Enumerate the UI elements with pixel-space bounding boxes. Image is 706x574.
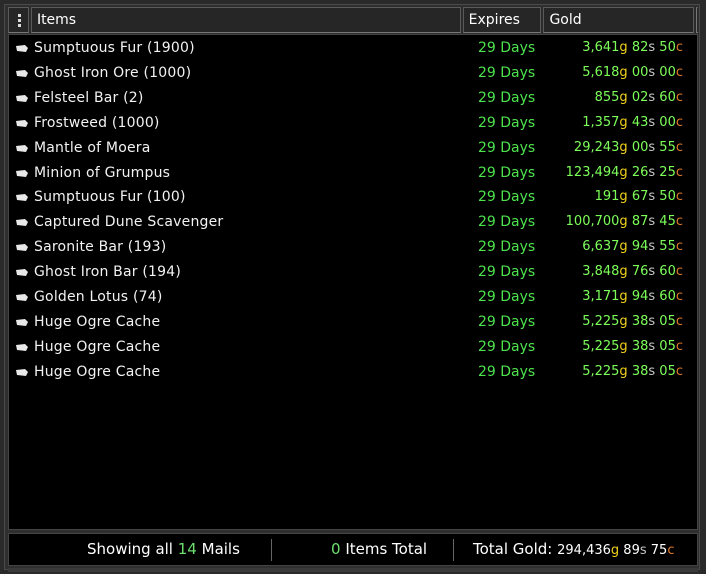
item-expires: 29 Days bbox=[478, 338, 536, 355]
item-expires: 29 Days bbox=[478, 239, 536, 256]
item-expires: 29 Days bbox=[478, 139, 536, 156]
item-name: Golden Lotus (74) bbox=[34, 289, 163, 305]
items-suffix: Items Total bbox=[345, 540, 428, 558]
mail-icon bbox=[16, 94, 28, 102]
item-expires: 29 Days bbox=[478, 164, 536, 181]
mail-row[interactable]: Mantle of Moera 29 Days 29,243g 00s 55c bbox=[9, 136, 697, 160]
mail-icon bbox=[16, 144, 28, 152]
total-gold: Total Gold: 294,436g 89s 75c bbox=[473, 540, 674, 558]
mail-row[interactable]: Sumptuous Fur (1900) 29 Days 3,641g 82s 50… bbox=[9, 36, 697, 60]
footer-divider bbox=[271, 539, 272, 561]
item-name: Huge Ogre Cache bbox=[34, 313, 161, 330]
mail-icon bbox=[16, 69, 28, 77]
item-expires: 29 Days bbox=[478, 289, 536, 305]
item-gold: 100,700g 87s 45c bbox=[565, 214, 683, 230]
mail-row[interactable]: Huge Ogre Cache 29 Days 5,225g 38s 05c bbox=[9, 335, 697, 359]
item-expires: 29 Days bbox=[478, 40, 536, 56]
column-header-expires[interactable]: Expires bbox=[462, 7, 542, 33]
item-gold: 29,243g 00s 55c bbox=[573, 139, 683, 155]
item-name: Frostweed (1000) bbox=[34, 114, 160, 131]
item-gold: 5,225g 38s 05c bbox=[582, 363, 683, 379]
items-count: 0 bbox=[331, 540, 341, 558]
mail-icon bbox=[16, 45, 28, 52]
mail-row[interactable]: Minion of Grumpus 29 Days 123,494g 26s 25c bbox=[9, 161, 697, 185]
item-name: Saronite Bar (193) bbox=[34, 239, 167, 256]
item-gold: 6,637g 94s 55c bbox=[582, 239, 683, 255]
item-gold: 3,848g 76s 60c bbox=[582, 264, 683, 280]
item-name: Huge Ogre Cache bbox=[34, 363, 161, 380]
mail-row[interactable]: Captured Dune Scavenger 29 Days 100,700g 8… bbox=[9, 210, 697, 234]
total-gold-value: 294,436g 89s 75c bbox=[557, 543, 675, 558]
item-expires: 29 Days bbox=[478, 114, 536, 131]
item-gold: 123,494g 26s 25c bbox=[565, 164, 683, 180]
mail-icon bbox=[16, 219, 28, 227]
vertical-dots-icon bbox=[18, 14, 21, 27]
showing-prefix: Showing all bbox=[87, 540, 173, 558]
mail-icon bbox=[16, 194, 28, 202]
item-expires: 29 Days bbox=[478, 363, 536, 380]
column-menu-button[interactable] bbox=[8, 7, 29, 33]
window-bottom-edge bbox=[8, 568, 698, 572]
showing-count: Showing all 14 Mails bbox=[87, 540, 240, 558]
item-gold: 1,357g 43s 00c bbox=[582, 114, 683, 130]
item-expires: 29 Days bbox=[478, 89, 536, 106]
mail-icon bbox=[16, 368, 28, 376]
mail-row[interactable]: Felsteel Bar (2) 29 Days 855g 02s 60c bbox=[9, 86, 697, 110]
footer-summary: Showing all 14 Mails 0 Items Total Total… bbox=[8, 533, 698, 566]
mail-row[interactable]: Golden Lotus (74) 29 Days 3,171g 94s 60c bbox=[9, 285, 697, 309]
column-header-spacer bbox=[696, 7, 698, 33]
item-name: Ghost Iron Ore (1000) bbox=[34, 64, 192, 81]
mail-icon bbox=[16, 269, 28, 277]
item-expires: 29 Days bbox=[478, 264, 536, 281]
item-name: Captured Dune Scavenger bbox=[34, 214, 224, 231]
item-name: Sumptuous Fur (1900) bbox=[34, 40, 195, 56]
mail-icon bbox=[16, 244, 28, 252]
mail-icon bbox=[16, 318, 28, 326]
showing-suffix: Mails bbox=[201, 540, 240, 558]
item-name: Mantle of Moera bbox=[34, 139, 151, 156]
mail-row[interactable]: Ghost Iron Bar (194) 29 Days 3,848g 76s 60… bbox=[9, 260, 697, 284]
mail-count: 14 bbox=[177, 540, 197, 558]
column-header-gold[interactable]: Gold bbox=[543, 7, 694, 33]
mail-list: Sumptuous Fur (1900) 29 Days 3,641g 82s 50… bbox=[8, 34, 698, 530]
footer-divider bbox=[453, 539, 454, 561]
item-gold: 855g 02s 60c bbox=[594, 89, 683, 105]
mail-row[interactable]: Saronite Bar (193) 29 Days 6,637g 94s 55c bbox=[9, 235, 697, 259]
mail-icon bbox=[16, 343, 28, 351]
item-gold: 5,618g 00s 00c bbox=[582, 64, 683, 80]
mail-row[interactable]: Ghost Iron Ore (1000) 29 Days 5,618g 00s 0… bbox=[9, 61, 697, 85]
item-name: Minion of Grumpus bbox=[34, 164, 171, 181]
item-expires: 29 Days bbox=[478, 189, 536, 206]
column-header-items[interactable]: Items bbox=[30, 7, 461, 33]
item-gold: 191g 67s 50c bbox=[594, 189, 683, 205]
mail-row[interactable]: Huge Ogre Cache 29 Days 5,225g 38s 05c bbox=[9, 310, 697, 334]
mail-icon bbox=[16, 294, 28, 301]
item-name: Sumptuous Fur (100) bbox=[34, 189, 186, 206]
item-expires: 29 Days bbox=[478, 214, 536, 231]
mail-icon bbox=[16, 119, 28, 127]
mail-row[interactable]: Huge Ogre Cache 29 Days 5,225g 38s 05c bbox=[9, 360, 697, 384]
item-expires: 29 Days bbox=[478, 313, 536, 330]
item-name: Ghost Iron Bar (194) bbox=[34, 264, 182, 281]
total-gold-label: Total Gold: bbox=[473, 540, 553, 558]
item-gold: 5,225g 38s 05c bbox=[582, 313, 683, 329]
item-name: Felsteel Bar (2) bbox=[34, 89, 144, 106]
column-header: Items Expires Gold bbox=[8, 7, 698, 33]
item-gold: 3,171g 94s 60c bbox=[582, 289, 683, 304]
mail-row[interactable]: Sumptuous Fur (100) 29 Days 191g 67s 50c bbox=[9, 185, 697, 209]
items-total: 0 Items Total bbox=[331, 540, 427, 558]
item-expires: 29 Days bbox=[478, 64, 536, 81]
mail-icon bbox=[16, 169, 28, 177]
item-gold: 3,641g 82s 50c bbox=[582, 40, 683, 55]
item-gold: 5,225g 38s 05c bbox=[582, 338, 683, 354]
item-name: Huge Ogre Cache bbox=[34, 338, 161, 355]
mail-row[interactable]: Frostweed (1000) 29 Days 1,357g 43s 00c bbox=[9, 111, 697, 135]
